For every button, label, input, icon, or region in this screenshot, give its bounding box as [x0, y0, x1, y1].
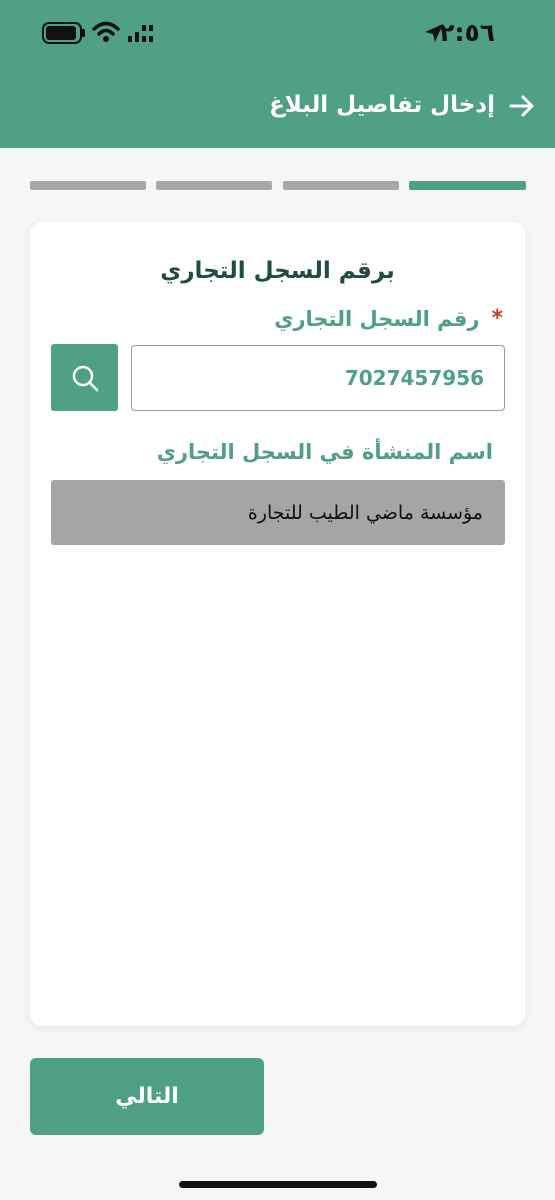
form-card: برقم السجل التجاري * رقم السجل التجاري ا…	[30, 222, 525, 1026]
battery-icon	[42, 22, 85, 44]
progress-stepper	[30, 181, 526, 191]
next-button[interactable]: التالي	[30, 1058, 264, 1135]
screen: ٢:٥٦ إدخال تفاصيل البلاغ برقم السجل التج…	[0, 0, 555, 1200]
search-button[interactable]	[51, 344, 118, 411]
header: ٢:٥٦ إدخال تفاصيل البلاغ	[0, 0, 555, 148]
establishment-name-value: مؤسسة ماضي الطيب للتجارة	[247, 501, 483, 524]
status-bar: ٢:٥٦	[0, 0, 555, 66]
home-indicator	[179, 1181, 377, 1188]
page-title: إدخال تفاصيل البلاغ	[269, 92, 495, 118]
arrow-right-icon[interactable]	[509, 95, 535, 117]
establishment-name-field: مؤسسة ماضي الطيب للتجارة	[51, 480, 505, 545]
cr-number-label: رقم السجل التجاري	[274, 306, 480, 331]
form-title: برقم السجل التجاري	[160, 258, 395, 284]
cr-number-input[interactable]	[131, 345, 505, 411]
step-2	[283, 181, 399, 190]
step-4	[30, 181, 146, 190]
search-icon	[72, 365, 98, 391]
required-mark: *	[491, 306, 503, 331]
wifi-icon	[92, 21, 120, 42]
establishment-name-label: اسم المنشأة في السجل التجاري	[156, 440, 493, 464]
cr-label-row: * رقم السجل التجاري	[274, 306, 503, 331]
step-3	[156, 181, 272, 190]
cellular-signal-icon	[128, 25, 153, 42]
step-1	[409, 181, 526, 190]
status-time: ٢:٥٦	[439, 18, 495, 47]
